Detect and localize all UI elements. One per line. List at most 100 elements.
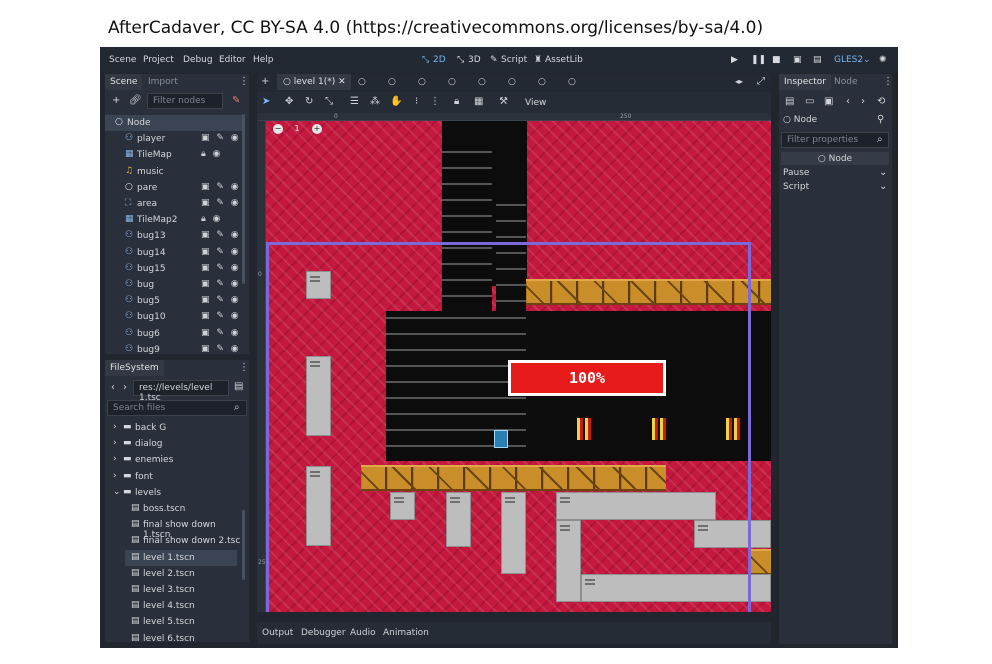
scene-node-row[interactable]: ▦ TileMap 🔒︎ ◉: [105, 147, 243, 163]
chevron-right-icon[interactable]: ›: [113, 471, 117, 481]
file-entry-row[interactable]: ⌄ ▬ levels: [105, 485, 243, 501]
scene-tab-circle-icon[interactable]: ○: [443, 74, 461, 90]
filter-properties-input[interactable]: Filter properties: [781, 132, 889, 148]
file-entry-row[interactable]: ▤ level 6.tscn: [105, 631, 243, 647]
scene-tab-circle-icon[interactable]: ○: [473, 74, 491, 90]
tab-audio[interactable]: Audio: [350, 628, 376, 638]
node-visibility-icon[interactable]: ▣ ✎ ◉: [201, 230, 241, 240]
link-icon[interactable]: 🔗︎: [129, 95, 142, 106]
object-properties-icon[interactable]: ⚲: [877, 114, 884, 125]
tab-level1[interactable]: ○ level 1(*) ✕: [277, 74, 351, 90]
menu-scene[interactable]: Scene: [109, 55, 136, 65]
tab-scene[interactable]: Scene: [105, 74, 143, 90]
file-entry-row[interactable]: › ▬ font: [105, 469, 243, 485]
scene-node-row[interactable]: ⚇ bug15 ▣ ✎ ◉: [105, 261, 243, 277]
scene-tab-circle-icon[interactable]: ○: [563, 74, 581, 90]
node-visibility-icon[interactable]: ▣ ✎ ◉: [201, 295, 241, 305]
script-attach-icon[interactable]: ✎: [232, 95, 240, 106]
node-visibility-icon[interactable]: ▣ ✎ ◉: [201, 344, 241, 354]
node-visibility-icon[interactable]: ▣ ✎ ◉: [201, 279, 241, 289]
menu-editor[interactable]: Editor: [219, 55, 246, 65]
kebab-menu-icon[interactable]: ⋮: [883, 76, 893, 87]
chevron-right-icon[interactable]: ›: [113, 438, 117, 448]
add-node-icon[interactable]: +: [112, 95, 120, 106]
zoom-level[interactable]: 1: [292, 124, 302, 134]
node-visibility-icon[interactable]: 🔒︎ ◉: [201, 149, 223, 159]
mode-3d-button[interactable]: 3D: [468, 55, 481, 65]
node-visibility-icon[interactable]: 🔒︎ ◉: [201, 214, 223, 224]
mode-script-button[interactable]: Script: [501, 55, 527, 65]
lock-icon[interactable]: 🔒︎: [454, 96, 459, 107]
snap-icon[interactable]: ⁝: [415, 96, 418, 107]
list-select-icon[interactable]: ☰: [350, 96, 359, 107]
scene-tree-scrollbar[interactable]: [242, 114, 245, 284]
zoom-in-icon[interactable]: +: [312, 124, 322, 134]
mode-assetlib-button[interactable]: AssetLib: [545, 55, 583, 65]
scene-node-row[interactable]: ○ pare ▣ ✎ ◉: [105, 180, 243, 196]
select-tool-icon[interactable]: ➤: [262, 96, 270, 107]
pivot-icon[interactable]: ⁂: [370, 96, 380, 107]
split-view-icon[interactable]: ▤: [234, 381, 243, 392]
chevron-right-icon[interactable]: ›: [123, 382, 127, 393]
canvas-viewport[interactable]: 100% − 1 +: [266, 121, 771, 612]
scene-node-row[interactable]: ♫ music: [105, 164, 243, 180]
scene-node-row[interactable]: ○ Node: [105, 115, 243, 131]
scene-node-row[interactable]: ⛶ area ▣ ✎ ◉: [105, 196, 243, 212]
chevron-right-icon[interactable]: ›: [113, 454, 117, 464]
mode-2d-button[interactable]: 2D: [433, 55, 446, 65]
file-entry-row[interactable]: ▤ boss.tscn: [105, 501, 243, 517]
scene-node-row[interactable]: ⚇ bug13 ▣ ✎ ◉: [105, 228, 243, 244]
menu-help[interactable]: Help: [253, 55, 274, 65]
new-resource-icon[interactable]: ▤: [785, 96, 794, 107]
file-tree-scrollbar[interactable]: [242, 510, 245, 580]
chevron-left-icon[interactable]: ‹: [846, 96, 850, 107]
section-pause[interactable]: Pause: [783, 168, 891, 178]
node-visibility-icon[interactable]: ▣ ✎ ◉: [201, 247, 241, 257]
save-resource-icon[interactable]: ▣: [824, 96, 833, 107]
tab-animation[interactable]: Animation: [383, 628, 429, 638]
view-menu[interactable]: View: [525, 98, 546, 108]
history-icon[interactable]: ⟲: [877, 96, 885, 107]
scene-node-row[interactable]: ⚇ bug ▣ ✎ ◉: [105, 277, 243, 293]
file-entry-row[interactable]: ▤ level 1.tscn: [125, 549, 237, 566]
tab-node[interactable]: Node: [829, 74, 863, 90]
scale-tool-icon[interactable]: ⤡: [325, 96, 333, 107]
node-visibility-icon[interactable]: ▣ ✎ ◉: [201, 328, 241, 338]
tab-import[interactable]: Import: [143, 74, 183, 90]
section-script[interactable]: Script: [783, 182, 891, 192]
search-files-input[interactable]: Search files: [107, 400, 247, 416]
node-visibility-icon[interactable]: ▣ ✎ ◉: [201, 133, 241, 143]
path-field[interactable]: res://levels/level 1.tsc: [133, 380, 229, 403]
node-visibility-icon[interactable]: ▣ ✎ ◉: [201, 182, 241, 192]
chevron-down-icon[interactable]: ⌄: [113, 487, 121, 497]
file-entry-row[interactable]: ▤ final show down 1.tscn: [105, 517, 243, 540]
fullscreen-icon[interactable]: ⤢: [757, 76, 765, 87]
chevron-left-icon[interactable]: ‹: [111, 382, 115, 393]
renderer-select[interactable]: GLES2: [834, 55, 863, 65]
scene-node-row[interactable]: ⚇ bug5 ▣ ✎ ◉: [105, 293, 243, 309]
file-entry-row[interactable]: › ▬ enemies: [105, 452, 243, 468]
menu-debug[interactable]: Debug: [183, 55, 213, 65]
group-icon[interactable]: ▦: [474, 96, 483, 107]
scene-tab-circle-icon[interactable]: ○: [503, 74, 521, 90]
tab-debugger[interactable]: Debugger: [301, 628, 346, 638]
bone-icon[interactable]: ⚒: [499, 96, 508, 107]
scene-node-row[interactable]: ▦ TileMap2 🔒︎ ◉: [105, 212, 243, 228]
filter-nodes-input[interactable]: Filter nodes: [147, 93, 223, 109]
play-icon[interactable]: ▶: [731, 55, 738, 65]
pan-tool-icon[interactable]: ✋: [390, 96, 402, 107]
scene-node-row[interactable]: ⚇ bug9 ▣ ✎ ◉: [105, 342, 243, 358]
file-entry-row[interactable]: › ▬ back G: [105, 420, 243, 436]
file-entry-row[interactable]: ▤ level 2.tscn: [105, 566, 243, 582]
tab-filesystem[interactable]: FileSystem: [105, 360, 164, 376]
kebab-menu-icon[interactable]: ⋮: [430, 96, 440, 107]
chevron-right-icon[interactable]: ›: [113, 422, 117, 432]
file-entry-row[interactable]: ▤ level 5.tscn: [105, 614, 243, 630]
scene-node-row[interactable]: ⚇ bug10 ▣ ✎ ◉: [105, 309, 243, 325]
kebab-menu-icon[interactable]: ⋮: [239, 362, 249, 373]
play-custom-icon[interactable]: ▤: [813, 55, 822, 65]
move-tool-icon[interactable]: ✥: [285, 96, 293, 107]
tab-output[interactable]: Output: [262, 628, 293, 638]
scroll-tabs-icon[interactable]: ◂▸: [735, 77, 743, 86]
scene-tab-circle-icon[interactable]: ○: [413, 74, 431, 90]
